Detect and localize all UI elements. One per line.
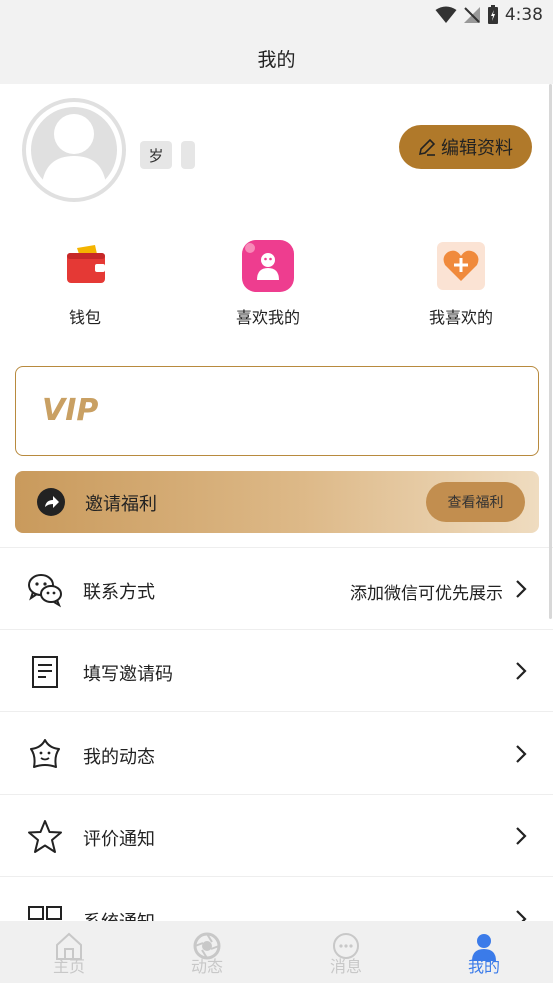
no-signal-icon <box>463 7 480 23</box>
menu-row-invite-code[interactable]: 填写邀请码 <box>0 630 553 712</box>
chevron-right-icon <box>516 662 527 680</box>
status-bar: 4:38 <box>0 0 553 32</box>
menu-row-review-notice[interactable]: 评价通知 <box>0 795 553 877</box>
menu-row-my-posts[interactable]: 我的动态 <box>0 713 553 795</box>
share-arrow-icon <box>37 488 65 516</box>
quick-action-label: 我喜欢的 <box>428 308 493 327</box>
quick-action-liked-me[interactable]: 喜欢我的 <box>208 240 328 328</box>
pencil-icon <box>418 138 436 156</box>
view-benefits-button[interactable]: 查看福利 <box>426 482 525 522</box>
tab-me[interactable]: 我的 <box>415 921 553 983</box>
battery-icon <box>487 5 498 24</box>
page-title: 我的 <box>257 48 296 71</box>
chevron-right-icon <box>516 580 527 598</box>
menu-row-label: 联系方式 <box>83 582 155 603</box>
wallet-icon <box>59 240 111 292</box>
view-benefits-label: 查看福利 <box>447 495 504 511</box>
edit-profile-label: 编辑资料 <box>441 138 513 159</box>
tab-label: 主页 <box>52 957 85 976</box>
note-icon <box>26 653 64 691</box>
status-time: 4:38 <box>504 5 543 25</box>
status-icons: 4:38 <box>435 5 543 25</box>
quick-action-label: 喜欢我的 <box>235 308 300 327</box>
default-avatar-icon <box>26 102 122 198</box>
quick-action-my-likes[interactable]: 我喜欢的 <box>401 240 521 328</box>
tab-messages[interactable]: 消息 <box>277 921 415 983</box>
bottom-tab-bar: 主页 动态 消息 我的 <box>0 921 553 983</box>
heart-plus-icon <box>435 240 487 292</box>
top-bar: 我的 <box>0 32 553 84</box>
edit-profile-button[interactable]: 编辑资料 <box>399 125 532 169</box>
chevron-right-icon <box>516 827 527 845</box>
smile-star-icon <box>26 736 64 774</box>
vip-card[interactable]: VIP <box>15 366 539 456</box>
chevron-right-icon <box>516 745 527 763</box>
invite-label: 邀请福利 <box>85 494 157 515</box>
tab-label: 动态 <box>190 957 223 976</box>
gender-chip <box>181 141 195 169</box>
menu-row-value: 添加微信可优先展示 <box>350 584 503 604</box>
menu-row-label: 评价通知 <box>83 829 155 850</box>
tab-label: 我的 <box>467 957 500 976</box>
wifi-icon <box>435 6 457 23</box>
vip-label: VIP <box>42 393 99 428</box>
tab-home[interactable]: 主页 <box>0 921 138 983</box>
liked-me-icon <box>242 240 294 292</box>
avatar[interactable] <box>22 98 126 202</box>
age-chip: 岁 <box>140 141 172 169</box>
star-icon <box>26 818 64 856</box>
menu-row-contact[interactable]: 联系方式 添加微信可优先展示 <box>0 548 553 630</box>
menu-row-label: 我的动态 <box>83 747 155 768</box>
quick-action-wallet[interactable]: 钱包 <box>25 240 145 328</box>
tab-label: 消息 <box>329 957 362 976</box>
quick-action-label: 钱包 <box>68 308 101 327</box>
age-label: 岁 <box>148 146 164 165</box>
profile-section: 岁 编辑资料 <box>0 84 553 224</box>
menu-row-label: 填写邀请码 <box>83 664 173 685</box>
invite-banner[interactable]: 邀请福利 查看福利 <box>15 471 539 533</box>
wechat-icon <box>26 571 64 609</box>
scrollbar[interactable] <box>549 84 552 619</box>
tab-moments[interactable]: 动态 <box>138 921 276 983</box>
